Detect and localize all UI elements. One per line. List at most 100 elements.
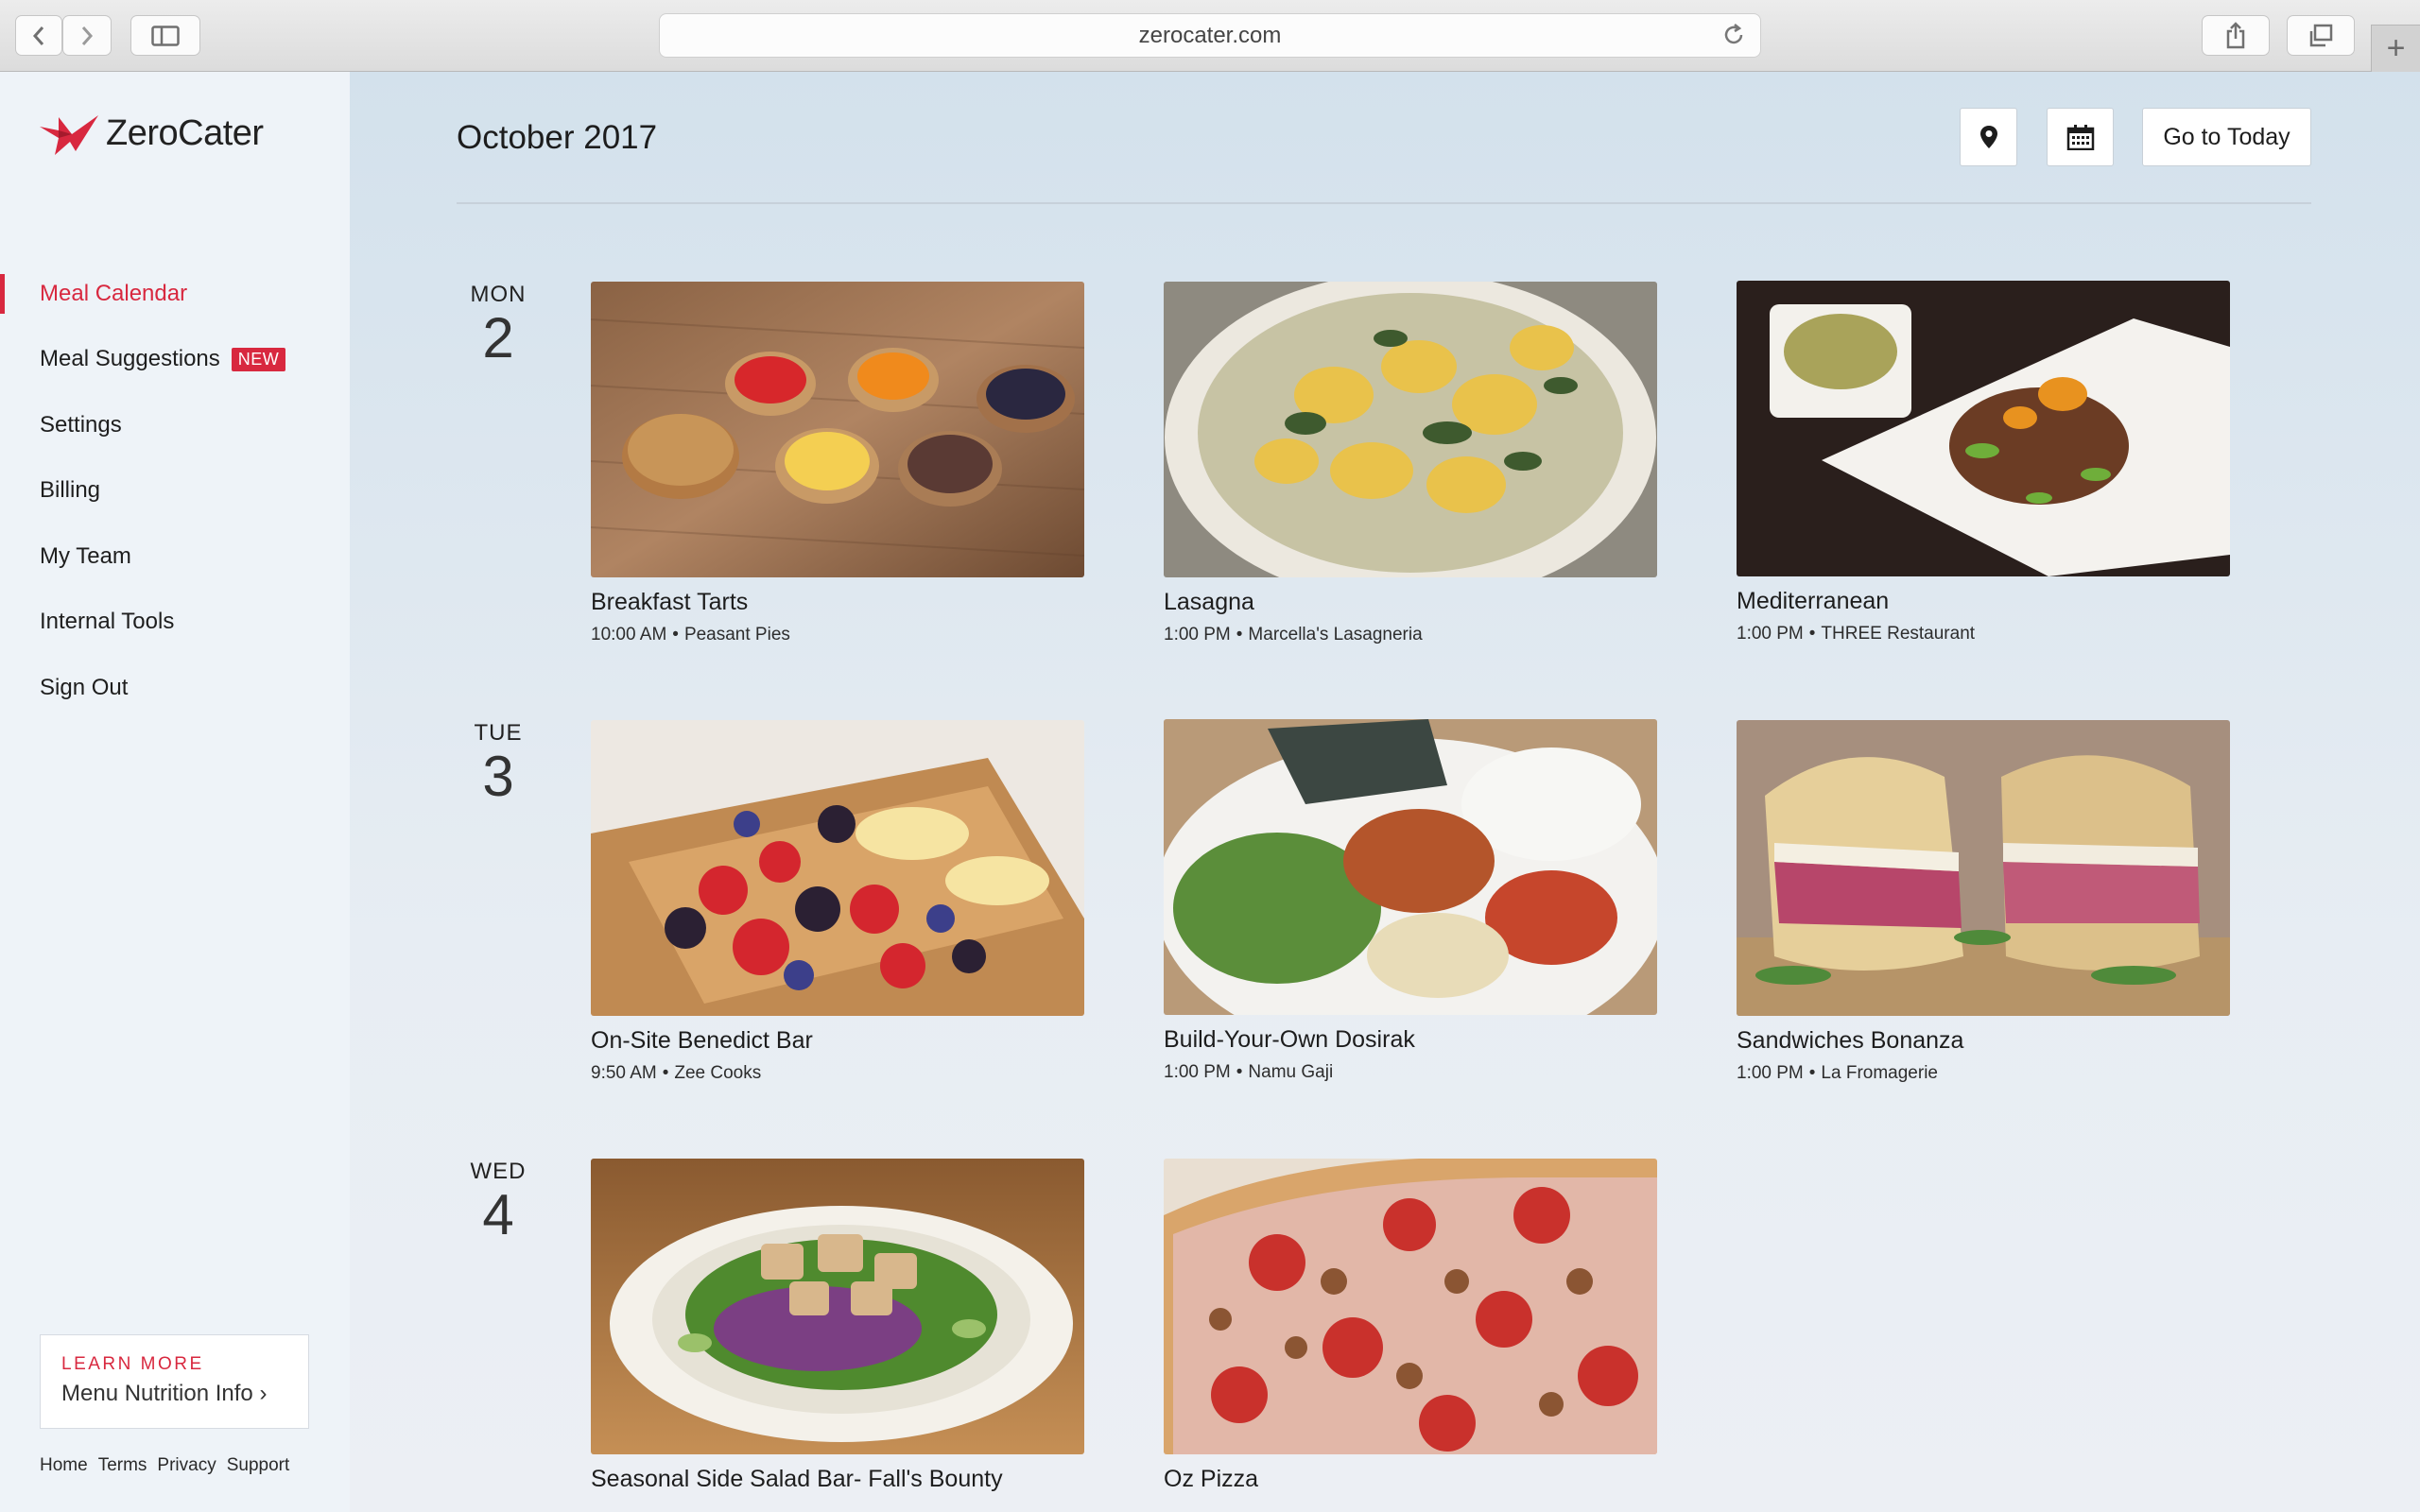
meal-meta: 1:00 PM • Namu Gaji [1164, 1062, 1657, 1083]
footer-link-privacy[interactable]: Privacy [157, 1455, 216, 1476]
meal-card[interactable]: Seasonal Side Salad Bar- Fall's Bounty [591, 1159, 1084, 1493]
meal-photo-lasagna [1164, 282, 1657, 577]
sidebar-item-label: Billing [40, 477, 101, 504]
day-label: MON 2 [441, 282, 555, 367]
meal-name: Lasagna [1164, 589, 1254, 615]
meal-photo-dosirak [1164, 719, 1657, 1015]
meal-photo-crepe [591, 720, 1084, 1016]
forward-button[interactable] [62, 15, 112, 56]
meal-vendor: Marcella's Lasagneria [1248, 625, 1423, 644]
promo-kicker: LEARN MORE [61, 1354, 204, 1374]
sidebar-item-label: Internal Tools [40, 609, 175, 635]
sidebar-item-internal-tools[interactable]: Internal Tools [0, 590, 350, 656]
meal-name: Oz Pizza [1164, 1466, 1259, 1492]
meal-time: 9:50 AM [591, 1063, 657, 1083]
meal-meta: 1:00 PM • Marcella's Lasagneria [1164, 625, 1657, 645]
share-button[interactable] [2202, 15, 2270, 56]
day-of-week: MON [470, 282, 527, 307]
meal-meta: 1:00 PM • THREE Restaurant [1737, 624, 2230, 644]
location-button[interactable] [1960, 108, 2017, 166]
footer-link-terms[interactable]: Terms [98, 1455, 147, 1476]
meal-card[interactable]: Lasagna 1:00 PM • Marcella's Lasagneria [1164, 282, 1657, 645]
url-text: zerocater.com [1138, 22, 1282, 48]
sidebar: ZeroCater Meal Calendar Meal Suggestions… [0, 72, 350, 1512]
day-number: 4 [482, 1183, 514, 1246]
meal-meta: 9:50 AM • Zee Cooks [591, 1063, 1084, 1084]
meal-card[interactable]: Mediterranean 1:00 PM • THREE Restaurant [1737, 281, 2230, 644]
calendar-icon [2066, 125, 2094, 150]
calendar-button[interactable] [2047, 108, 2114, 166]
tabs-button[interactable] [2287, 15, 2355, 56]
sidebar-item-sign-out[interactable]: Sign Out [0, 655, 350, 721]
meal-card[interactable]: Build-Your-Own Dosirak 1:00 PM • Namu Gaji [1164, 719, 1657, 1083]
sidebar-item-label: Meal Suggestions [40, 346, 220, 372]
footer-links: Home Terms Privacy Support [40, 1455, 289, 1476]
sidebar-item-settings[interactable]: Settings [0, 392, 350, 458]
share-icon [2226, 21, 2245, 48]
meal-time: 1:00 PM [1164, 625, 1231, 644]
new-badge: NEW [231, 347, 286, 371]
sidebar-item-billing[interactable]: Billing [0, 458, 350, 524]
day-number: 3 [482, 745, 514, 808]
meal-vendor: Namu Gaji [1248, 1062, 1334, 1082]
sidebar-item-label: Meal Calendar [40, 280, 188, 306]
page-title: October 2017 [457, 119, 658, 156]
sidebar-item-meal-calendar[interactable]: Meal Calendar [0, 261, 350, 327]
day-of-week: WED [470, 1159, 527, 1184]
sidebar-toggle-button[interactable] [130, 15, 200, 56]
sidebar-item-meal-suggestions[interactable]: Meal Suggestions NEW [0, 327, 350, 393]
meal-meta: 10:00 AM • Peasant Pies [591, 625, 1084, 645]
meal-photo-pizza [1164, 1159, 1657, 1454]
separator-dot: • [1808, 1063, 1816, 1083]
day-label: WED 4 [441, 1159, 555, 1244]
browser-toolbar: zerocater.com + [0, 0, 2420, 72]
nutrition-info-promo[interactable]: LEARN MORE Menu Nutrition Info › [40, 1334, 309, 1429]
tabs-icon [2309, 24, 2333, 46]
new-tab-button[interactable]: + [2371, 25, 2420, 72]
footer-link-support[interactable]: Support [227, 1455, 290, 1476]
meal-card[interactable]: Oz Pizza [1164, 1159, 1657, 1493]
separator-dot: • [662, 1063, 669, 1083]
sidebar-item-label: My Team [40, 542, 131, 569]
reload-icon[interactable] [1720, 22, 1747, 48]
meal-vendor: La Fromagerie [1821, 1063, 1938, 1083]
zerocater-bird-logo-icon [40, 115, 98, 155]
meal-meta: 1:00 PM • La Fromagerie [1737, 1063, 2230, 1084]
meal-photo-mediterranean [1737, 281, 2230, 576]
sidebar-item-label: Settings [40, 411, 122, 438]
go-to-today-button[interactable]: Go to Today [2142, 108, 2311, 166]
meal-calendar-main: October 2017 Go to Today MON 2 Breakfast… [350, 72, 2420, 1512]
day-number: 2 [482, 306, 514, 369]
meal-name: Sandwiches Bonanza [1737, 1027, 1964, 1054]
meal-card[interactable]: Sandwiches Bonanza 1:00 PM • La Fromagerie [1737, 720, 2230, 1084]
meal-time: 10:00 AM [591, 625, 667, 644]
sidebar-item-my-team[interactable]: My Team [0, 524, 350, 590]
promo-link[interactable]: Menu Nutrition Info › [61, 1381, 287, 1407]
meal-time: 1:00 PM [1737, 624, 1804, 644]
meal-name: On-Site Benedict Bar [591, 1027, 813, 1054]
separator-dot: • [672, 625, 679, 644]
plus-icon: + [2386, 30, 2406, 66]
meal-photo-salad [591, 1159, 1084, 1454]
chevron-left-icon [32, 26, 44, 45]
map-pin-icon [1979, 126, 1997, 148]
logo[interactable]: ZeroCater [38, 110, 264, 157]
sidebar-nav: Meal Calendar Meal Suggestions NEW Setti… [0, 261, 350, 721]
day-of-week: TUE [474, 720, 523, 746]
meal-photo-tarts [591, 282, 1084, 577]
meal-card[interactable]: Breakfast Tarts 10:00 AM • Peasant Pies [591, 282, 1084, 645]
back-button[interactable] [15, 15, 62, 56]
meal-name: Seasonal Side Salad Bar- Fall's Bounty [591, 1466, 1003, 1492]
separator-dot: • [1236, 1062, 1243, 1082]
meal-name: Build-Your-Own Dosirak [1164, 1026, 1415, 1053]
address-bar[interactable]: zerocater.com [659, 13, 1761, 58]
sidebar-icon [151, 25, 180, 46]
meal-time: 1:00 PM [1164, 1062, 1231, 1082]
footer-link-home[interactable]: Home [40, 1455, 88, 1476]
meal-vendor: Peasant Pies [683, 625, 790, 644]
meal-vendor: Zee Cooks [674, 1063, 762, 1083]
header-divider [457, 202, 2311, 204]
meal-card[interactable]: On-Site Benedict Bar 9:50 AM • Zee Cooks [591, 720, 1084, 1084]
meal-vendor: THREE Restaurant [1821, 624, 1976, 644]
meal-name: Breakfast Tarts [591, 589, 749, 615]
